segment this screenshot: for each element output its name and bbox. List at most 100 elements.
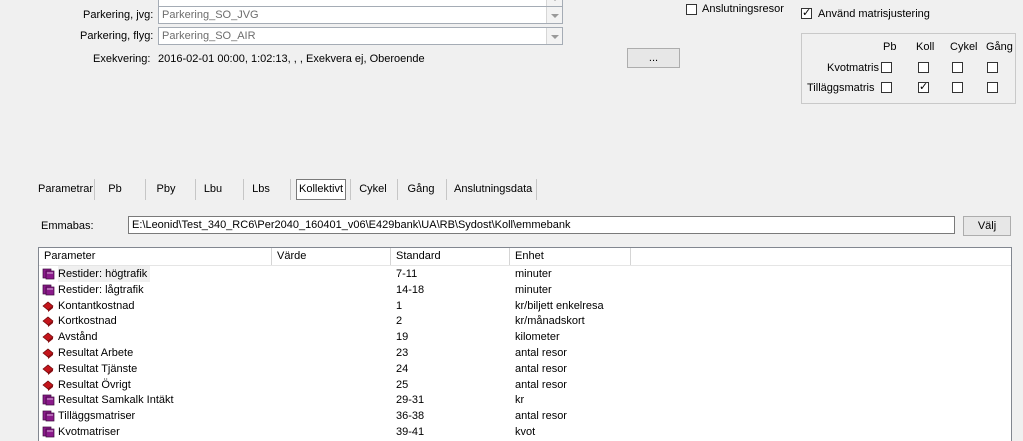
matrix-row-tillagg: Tilläggsmatris [807, 82, 875, 94]
cell-parameter: Resultat Samkalk Intäkt [58, 394, 174, 407]
cell-standard: 14-18 [396, 283, 425, 296]
cell-standard: 2 [396, 315, 403, 328]
matrix-col-cykel: Cykel [950, 41, 978, 53]
table-row[interactable]: Avstånd 19 kilometer [39, 329, 1011, 345]
emmabas-input[interactable]: E:\Leonid\Test_340_RC6\Per2040_160401_v0… [128, 216, 955, 234]
cell-parameter: Avstånd [58, 331, 98, 344]
column-header-standard[interactable]: Standard [391, 248, 510, 265]
column-header-parameter[interactable]: Parameter [39, 248, 272, 265]
use-matrix-adjust-checkbox[interactable] [801, 6, 812, 20]
books-icon [42, 394, 55, 406]
cell-standard: 39-41 [396, 426, 425, 438]
tab-gang[interactable]: Gång [405, 179, 437, 200]
cell-standard: 7-11 [396, 268, 418, 280]
valj-button[interactable]: Välj [963, 216, 1011, 236]
chevron-down-icon[interactable] [546, 28, 562, 44]
tab-anslutningsdata[interactable]: Anslutningsdata [454, 179, 532, 200]
cell-unit: antal resor [515, 347, 567, 359]
parking-air-label: Parkering, flyg: [80, 30, 154, 42]
tab-pby[interactable]: Pby [153, 179, 179, 200]
table-row[interactable]: Kortkostnad 2 kr/månadskort [39, 313, 1011, 329]
table-row[interactable]: Kontantkostnad 1 kr/biljett enkelresa [39, 298, 1011, 314]
cell-standard: 19 [396, 331, 409, 344]
table-row[interactable]: Kvotmatriser 39-41 kvot [39, 424, 1011, 440]
tab-separator [290, 179, 291, 200]
table-row[interactable]: Resultat Arbete 23 antal resor [39, 345, 1011, 361]
diamond-icon [42, 363, 55, 375]
parking-jvg-label: Parkering, jvg: [83, 9, 154, 21]
tillagg-cykel-checkbox[interactable] [952, 82, 963, 93]
table-row[interactable]: Restider: lågtrafik 14-18 minuter [39, 282, 1011, 298]
cell-parameter: Kortkostnad [58, 315, 117, 328]
chevron-down-icon[interactable] [546, 7, 562, 23]
cell-unit: kvot [515, 426, 536, 438]
parameter-list[interactable]: Parameter Värde Standard Enhet Restider:… [38, 247, 1012, 441]
cell-standard: 24 [396, 362, 409, 375]
cell-parameter: Resultat Tjänste [58, 362, 138, 375]
books-icon [42, 284, 55, 296]
tab-pb[interactable]: Pb [103, 179, 127, 200]
table-row[interactable]: Tilläggsmatriser 36-38 antal resor [39, 408, 1011, 424]
diamond-icon [42, 331, 55, 344]
tab-parametrar[interactable]: Parametrar [38, 179, 93, 200]
column-header-varde[interactable]: Värde [272, 248, 391, 265]
execution-value: 2016-02-01 00:00, 1:02:13, , , Exekvera … [158, 53, 425, 65]
cell-parameter: Restider: högtrafik [58, 266, 151, 282]
tab-lbu[interactable]: Lbu [201, 179, 225, 200]
cell-standard: 36-38 [396, 410, 425, 423]
cell-parameter: Restider: lågtrafik [58, 283, 144, 296]
tab-separator [446, 179, 447, 200]
kvot-koll-checkbox[interactable] [918, 62, 929, 73]
matrix-col-pb: Pb [883, 41, 897, 53]
tillagg-pb-checkbox[interactable] [881, 82, 892, 93]
table-row[interactable]: Resultat Tjänste 24 antal resor [39, 361, 1011, 377]
cell-standard: 1 [396, 299, 403, 312]
connection-trips-label: Anslutningsresor [702, 3, 784, 15]
cell-unit: antal resor [515, 362, 567, 375]
matrix-col-koll: Koll [916, 41, 935, 53]
tab-lbs[interactable]: Lbs [249, 179, 273, 200]
table-row[interactable]: Resultat Övrigt 25 antal resor [39, 377, 1011, 393]
tab-separator [145, 179, 146, 200]
ellipsis-button[interactable]: ... [627, 48, 680, 68]
tab-kollektivt[interactable]: Kollektivt [296, 179, 346, 200]
tab-cykel[interactable]: Cykel [358, 179, 388, 200]
diamond-icon [42, 379, 55, 391]
cell-parameter: Resultat Övrigt [58, 378, 131, 391]
matrix-col-gang: Gång [986, 41, 1013, 53]
table-row[interactable]: Restider: högtrafik 7-11 minuter [39, 266, 1011, 282]
tab-separator [536, 179, 537, 200]
diamond-icon [42, 347, 55, 359]
cell-standard: 25 [396, 378, 409, 391]
tillagg-gang-checkbox[interactable] [987, 82, 998, 93]
matrix-row-kvot: Kvotmatris [827, 62, 879, 74]
cell-unit: antal resor [515, 378, 567, 391]
tab-separator [195, 179, 196, 200]
cell-unit: kilometer [515, 331, 560, 344]
cell-parameter: Kvotmatriser [58, 426, 120, 438]
connection-trips-checkbox[interactable] [686, 4, 697, 15]
parking-jvg-select[interactable]: Parkering_SO_JVG [158, 6, 563, 24]
column-header-enhet[interactable]: Enhet [510, 248, 631, 265]
cell-parameter: Tilläggsmatriser [58, 410, 136, 423]
tab-separator [350, 179, 351, 200]
cell-parameter: Kontantkostnad [58, 299, 135, 312]
kvot-gang-checkbox[interactable] [987, 62, 998, 73]
cell-unit: minuter [515, 283, 552, 296]
parking-air-select[interactable]: Parkering_SO_AIR [158, 27, 563, 45]
tillagg-koll-checkbox[interactable] [918, 80, 929, 94]
tab-separator [397, 179, 398, 200]
diamond-icon [42, 300, 55, 312]
emmabas-label: Emmabas: [41, 220, 94, 232]
kvot-pb-checkbox[interactable] [881, 62, 892, 73]
kvot-cykel-checkbox[interactable] [952, 62, 963, 73]
books-icon [42, 268, 55, 280]
books-icon [42, 410, 55, 422]
cell-unit: kr/månadskort [515, 315, 585, 328]
use-matrix-adjust-label: Använd matrisjustering [818, 8, 930, 20]
diamond-icon [42, 315, 55, 328]
tab-separator [243, 179, 244, 200]
books-icon [42, 426, 55, 438]
parking-air-value: Parkering_SO_AIR [162, 30, 256, 42]
table-row[interactable]: Resultat Samkalk Intäkt 29-31 kr [39, 392, 1011, 408]
